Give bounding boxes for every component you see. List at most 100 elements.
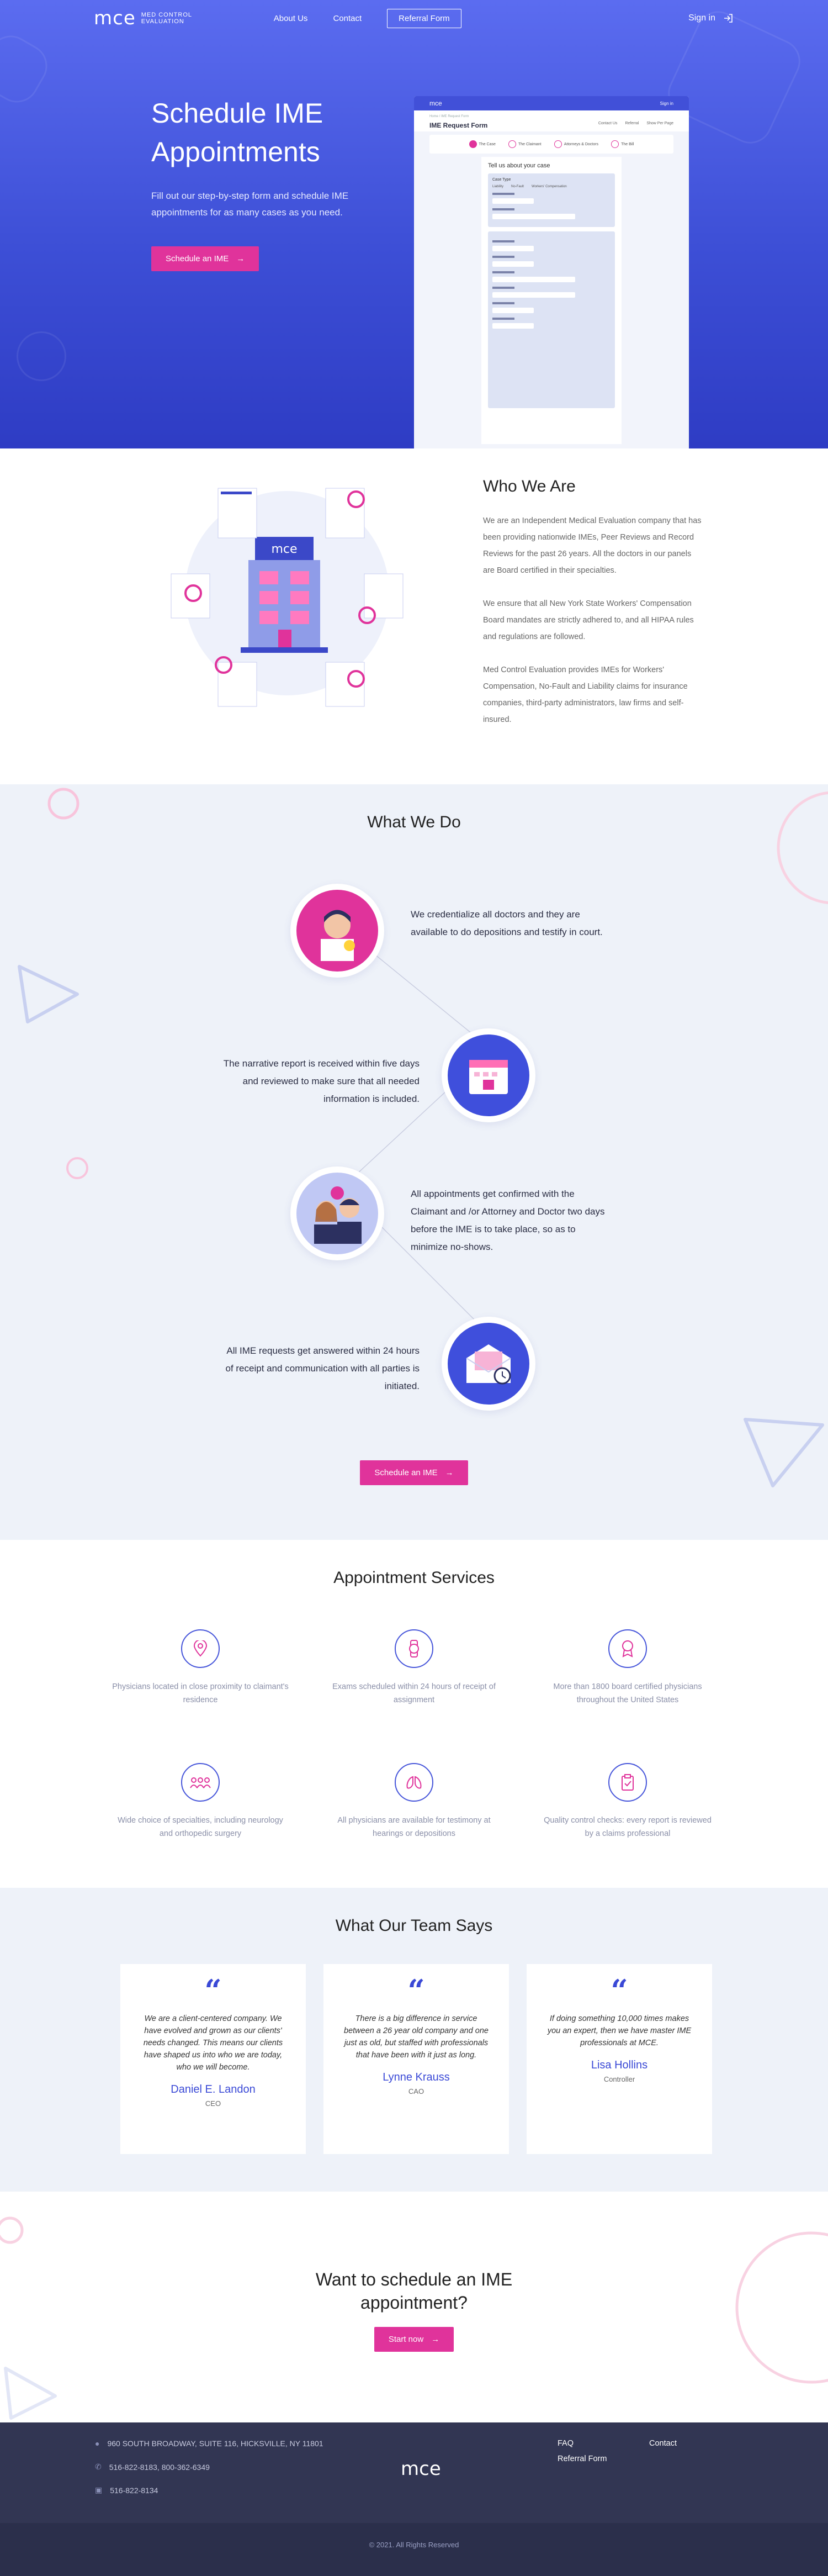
connector-lines — [341, 927, 492, 1337]
testimonial-name: Lisa Hollins — [591, 2059, 648, 2071]
mockup-signin: Sign in — [660, 101, 673, 106]
what-cta-wrap: Schedule an IME → — [0, 1460, 828, 1485]
decorative-ring — [66, 1157, 88, 1179]
services-section: Appointment Services Physicians located … — [0, 1540, 828, 1888]
step-label: The Claimant — [518, 142, 542, 146]
schedule-ime-label: Schedule an IME — [374, 1468, 438, 1477]
service-item: Quality control checks: every report is … — [539, 1763, 716, 1840]
who-we-are-section: mce Who We Are We are an Independent Med… — [0, 448, 828, 784]
doctor-icon — [321, 910, 355, 961]
logo-text: MED CONTROL EVALUATION — [141, 12, 202, 25]
calendar-glyph — [469, 1060, 508, 1094]
mockup-details-card — [488, 231, 615, 408]
watch-icon — [395, 1629, 433, 1668]
phone-icon: ✆ — [95, 2462, 102, 2471]
arrow-right-icon: → — [445, 1468, 454, 1477]
who-paragraph-3: Med Control Evaluation provides IMEs for… — [483, 666, 688, 724]
mockup-field — [492, 292, 575, 298]
mockup-topbar: mce Sign in — [414, 96, 689, 110]
quote-icon: “ — [407, 1973, 425, 2008]
who-text-block: Who We Are We are an Independent Medical… — [483, 477, 704, 728]
what-step-1: We credentialize all doctors and they ar… — [411, 909, 603, 937]
schedule-ime-button-2[interactable]: Schedule an IME → — [360, 1460, 468, 1485]
mockup-field-label — [492, 240, 514, 242]
mockup-field-label — [492, 302, 514, 304]
hero-content: Schedule IME Appointments Fill out our s… — [151, 94, 394, 271]
nav-about-link[interactable]: About Us — [274, 14, 308, 23]
step-dot — [554, 140, 562, 148]
nav-referral-button[interactable]: Referral Form — [387, 8, 461, 28]
testimonial-role: Controller — [603, 2075, 635, 2083]
decorative-shape — [0, 27, 56, 111]
doctor-avatar-icon — [290, 884, 384, 978]
schedule-ime-label: Schedule an IME — [166, 254, 229, 263]
logo-line2: EVALUATION — [141, 18, 184, 25]
mockup-field-label — [492, 287, 514, 289]
nav-contact-link[interactable]: Contact — [333, 14, 362, 23]
service-item: Wide choice of specialties, including ne… — [112, 1763, 289, 1840]
schedule-ime-button[interactable]: Schedule an IME → — [151, 246, 259, 271]
start-now-label: Start now — [388, 2335, 424, 2344]
service-text: All physicians are available for testimo… — [337, 1816, 491, 1838]
mockup-field — [492, 198, 534, 204]
nav-links: About Us Contact Referral Form — [274, 8, 461, 28]
hero-title: Schedule IME Appointments — [151, 94, 394, 171]
step-dot — [508, 140, 516, 148]
testimonial-name: Daniel E. Landon — [171, 2083, 256, 2095]
footer-faq-link[interactable]: FAQ — [558, 2439, 574, 2448]
site-logo[interactable]: mce MED CONTROL EVALUATION — [94, 7, 202, 29]
signin-link[interactable]: Sign in — [688, 13, 734, 24]
cta-title-line2: appointment? — [360, 2293, 468, 2313]
mockup-contact-link: Contact Us — [598, 122, 618, 125]
mockup-field — [492, 246, 534, 251]
cta-section: Want to schedule an IME appointment? Sta… — [0, 2192, 828, 2422]
fax-icon: ▣ — [95, 2485, 103, 2494]
hero-section: mce MED CONTROL EVALUATION About Us Cont… — [0, 0, 828, 448]
case-option: Liability — [492, 185, 504, 188]
hero-title-line1: Schedule IME — [151, 98, 323, 129]
footer-contact-link[interactable]: Contact — [649, 2439, 677, 2448]
decorative-ring — [0, 2216, 24, 2244]
decorative-triangle — [4, 2367, 57, 2420]
footer-logo[interactable]: mce — [401, 2458, 441, 2480]
footer-phone[interactable]: ✆ 516-822-8183, 800-362-6349 — [95, 2462, 210, 2472]
footer: ● 960 SOUTH BROADWAY, SUITE 116, HICKSVI… — [0, 2422, 828, 2523]
step-label: Attorneys & Doctors — [564, 142, 598, 146]
what-we-do-section: What We Do We credentialize all doctors … — [0, 784, 828, 1540]
services-title: Appointment Services — [333, 1569, 495, 1587]
mockup-step: Attorneys & Doctors — [554, 140, 598, 148]
mockup-stepper: The Case The Claimant Attorneys & Doctor… — [429, 135, 673, 154]
decorative-triangle — [744, 1418, 824, 1487]
step-dot — [469, 140, 477, 148]
mockup-field-label — [492, 271, 514, 273]
group-icon — [181, 1763, 220, 1802]
start-now-button[interactable]: Start now → — [374, 2327, 454, 2352]
mockup-field — [492, 277, 575, 282]
decorative-ring — [777, 791, 828, 904]
service-text: More than 1800 board certified physician… — [553, 1682, 702, 1704]
mockup-form-title: IME Request Form — [429, 122, 488, 129]
mockup-case-options: Liability No-Fault Workers' Compensation — [492, 185, 611, 188]
calendar-icon — [442, 1028, 535, 1122]
mail-circle — [448, 1323, 529, 1405]
testimonial-card: “ There is a big difference in service b… — [323, 1964, 509, 2154]
arrow-right-icon: → — [431, 2335, 440, 2344]
service-text: Wide choice of specialties, including ne… — [118, 1816, 283, 1838]
footer-referral-link[interactable]: Referral Form — [558, 2454, 607, 2463]
case-option: No-Fault — [511, 185, 524, 188]
testimonial-name: Lynne Krauss — [383, 2071, 450, 2083]
cta-title-line1: Want to schedule an IME — [315, 2269, 513, 2289]
testimonial-quote: There is a big difference in service bet… — [344, 2014, 489, 2060]
service-text: Quality control checks: every report is … — [544, 1816, 712, 1838]
lungs-icon — [395, 1763, 433, 1802]
office-illustration: mce — [171, 488, 404, 707]
service-item: Physicians located in close proximity to… — [112, 1629, 289, 1707]
decorative-shape — [17, 331, 66, 381]
mockup-question: Tell us about your case — [488, 162, 550, 169]
footer-address: ● 960 SOUTH BROADWAY, SUITE 116, HICKSVI… — [95, 2439, 323, 2448]
award-medal-icon — [608, 1629, 647, 1668]
building-logo: mce — [271, 542, 297, 556]
what-step-4: All IME requests get answered within 24 … — [225, 1345, 420, 1391]
mockup-breadcrumb: Home / IME Request Form — [429, 115, 469, 118]
quote-icon: “ — [204, 1973, 222, 2008]
